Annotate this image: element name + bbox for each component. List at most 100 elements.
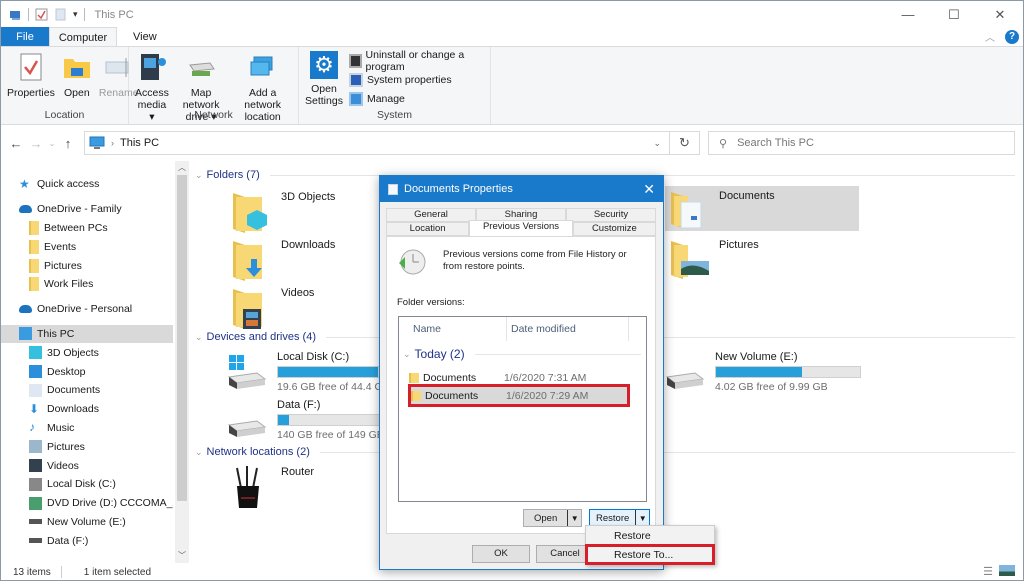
- address-history-chevron-icon[interactable]: ⌄: [653, 138, 661, 149]
- document-properties-icon: [388, 183, 398, 195]
- collapse-chevron-icon: ⌄: [195, 446, 203, 457]
- menu-item-restore[interactable]: Restore: [586, 526, 714, 545]
- folder-3d-objects[interactable]: 3D Objects: [231, 191, 335, 235]
- restore-dropdown-arrow-icon[interactable]: ▼: [635, 510, 649, 526]
- folder-documents[interactable]: Documents: [665, 186, 859, 231]
- folder-name: Pictures: [719, 239, 759, 251]
- sidebar-item[interactable]: Videos: [1, 456, 173, 475]
- details-view-icon[interactable]: ☰: [983, 565, 993, 578]
- restore-dropdown-menu: Restore Restore To...: [585, 525, 715, 565]
- tab-previous-versions[interactable]: Previous Versions: [469, 220, 573, 236]
- tab-security[interactable]: Security: [566, 208, 656, 222]
- sidebar-item[interactable]: Local Disk (C:): [1, 475, 173, 494]
- refresh-button[interactable]: ↻: [670, 131, 700, 155]
- sidebar-item[interactable]: New Volume (E:): [1, 513, 173, 532]
- address-bar[interactable]: › This PC ⌄: [84, 131, 670, 155]
- open-button[interactable]: Open: [59, 51, 95, 99]
- sidebar-item[interactable]: Work Files: [1, 275, 173, 294]
- navigation-pane-scrollbar[interactable]: ︿ ﹀: [175, 161, 189, 563]
- add-network-label-1: Add a network: [244, 87, 282, 111]
- desktop-icon: [29, 365, 42, 379]
- tab-general[interactable]: General: [386, 208, 476, 222]
- tab-customize[interactable]: Customize: [572, 222, 656, 236]
- sidebar-item-label: Documents: [47, 384, 101, 397]
- cloud-icon: [19, 205, 32, 214]
- new-folder-qat-icon[interactable]: [54, 8, 67, 21]
- system-properties-button[interactable]: System properties: [348, 72, 486, 87]
- tab-location[interactable]: Location: [386, 222, 470, 236]
- properties-qat-icon[interactable]: [35, 8, 48, 21]
- folder-icon: [409, 372, 419, 383]
- large-icons-view-icon[interactable]: [999, 565, 1015, 576]
- open-settings-button[interactable]: ⚙ Open Settings: [303, 51, 345, 107]
- sidebar-item[interactable]: Events: [1, 237, 173, 256]
- sidebar-item[interactable]: Data (F:): [1, 531, 173, 550]
- manage-button[interactable]: Manage: [348, 91, 486, 106]
- customize-qat-icon[interactable]: ▾: [73, 9, 78, 20]
- maximize-button[interactable]: ☐: [931, 1, 977, 28]
- sidebar-item[interactable]: Documents: [1, 381, 173, 400]
- sidebar-item[interactable]: ⬇ Downloads: [1, 400, 173, 419]
- scroll-up-icon[interactable]: ︿: [175, 161, 189, 175]
- tab-computer[interactable]: Computer: [49, 27, 117, 47]
- sidebar-item[interactable]: Between PCs: [1, 219, 173, 238]
- tab-file[interactable]: File: [1, 27, 49, 47]
- folder-versions-list[interactable]: Name Date modified ⌄ Today (2) Documents …: [398, 316, 647, 502]
- tab-view[interactable]: View: [117, 27, 173, 47]
- sidebar-item[interactable]: OneDrive - Family: [1, 200, 173, 219]
- close-button[interactable]: ✕: [977, 1, 1023, 28]
- videos-folder-icon: [233, 289, 262, 329]
- sidebar-item-label: Events: [44, 240, 77, 253]
- forward-arrow-icon[interactable]: →: [26, 136, 46, 151]
- scrollbar-thumb[interactable]: [177, 175, 187, 501]
- restore-clock-icon: [399, 249, 426, 275]
- search-input[interactable]: ⚲ Search This PC: [708, 131, 1015, 155]
- folder-pictures[interactable]: Pictures: [669, 239, 759, 283]
- menu-item-restore-to[interactable]: Restore To...: [585, 544, 715, 565]
- column-header-date-modified[interactable]: Date modified: [507, 317, 629, 341]
- properties-button[interactable]: Properties: [5, 51, 57, 99]
- sidebar-item[interactable]: OneDrive - Personal: [1, 300, 173, 319]
- access-media-label-1: Access: [135, 87, 169, 99]
- sidebar-item[interactable]: 3D Objects: [1, 343, 173, 362]
- open-split-button[interactable]: Open ▼: [523, 509, 583, 527]
- minimize-button[interactable]: —: [885, 1, 931, 28]
- divider: [60, 566, 62, 578]
- sidebar-item[interactable]: ★ Quick access: [1, 175, 173, 194]
- ok-button[interactable]: OK: [472, 545, 530, 563]
- collapse-ribbon-icon[interactable]: ︿: [985, 29, 995, 44]
- breadcrumb-this-pc[interactable]: This PC: [120, 137, 159, 149]
- back-arrow-icon[interactable]: ←: [6, 136, 26, 151]
- uninstall-program-button[interactable]: Uninstall or change a program: [348, 49, 486, 73]
- version-row[interactable]: Documents 1/6/2020 7:31 AM: [409, 369, 629, 386]
- properties-icon: [15, 51, 47, 83]
- restore-label[interactable]: Restore: [590, 513, 635, 524]
- sidebar-item[interactable]: Pictures: [1, 437, 173, 456]
- scroll-down-icon[interactable]: ﹀: [175, 549, 189, 563]
- media-icon: [136, 51, 168, 83]
- up-arrow-icon[interactable]: ↑: [58, 136, 78, 151]
- dialog-close-button[interactable]: ✕: [643, 181, 655, 198]
- ribbon-tabs: File Computer View: [1, 27, 1023, 47]
- open-dropdown-arrow-icon[interactable]: ▼: [567, 510, 581, 526]
- sidebar-item[interactable]: Desktop: [1, 362, 173, 381]
- column-header-name[interactable]: Name: [399, 317, 507, 341]
- drive-icon: [665, 372, 705, 389]
- help-icon[interactable]: ?: [1005, 29, 1019, 44]
- folder-open-icon: [61, 51, 93, 83]
- folder-downloads[interactable]: Downloads: [231, 239, 335, 283]
- music-icon: ♪: [29, 420, 35, 435]
- drive-new-volume-e[interactable]: New Volume (E:) 4.02 GB free of 9.99 GB: [665, 351, 861, 395]
- folder-videos[interactable]: Videos: [231, 287, 314, 331]
- group-today[interactable]: ⌄ Today (2): [403, 347, 641, 361]
- disk-icon: [29, 477, 42, 491]
- network-router[interactable]: Router: [231, 466, 314, 510]
- sidebar-item[interactable]: This PC: [1, 324, 173, 344]
- version-row-selected[interactable]: Documents 1/6/2020 7:29 AM: [408, 384, 630, 407]
- open-label[interactable]: Open: [524, 513, 567, 524]
- sidebar-item[interactable]: DVD Drive (D:) CCCOMA_X64: [1, 494, 173, 513]
- sidebar-item[interactable]: ♪ Music: [1, 419, 173, 438]
- recent-locations-icon[interactable]: ⌄: [46, 139, 58, 148]
- sidebar-item[interactable]: Pictures: [1, 256, 173, 275]
- document-icon: [29, 383, 42, 397]
